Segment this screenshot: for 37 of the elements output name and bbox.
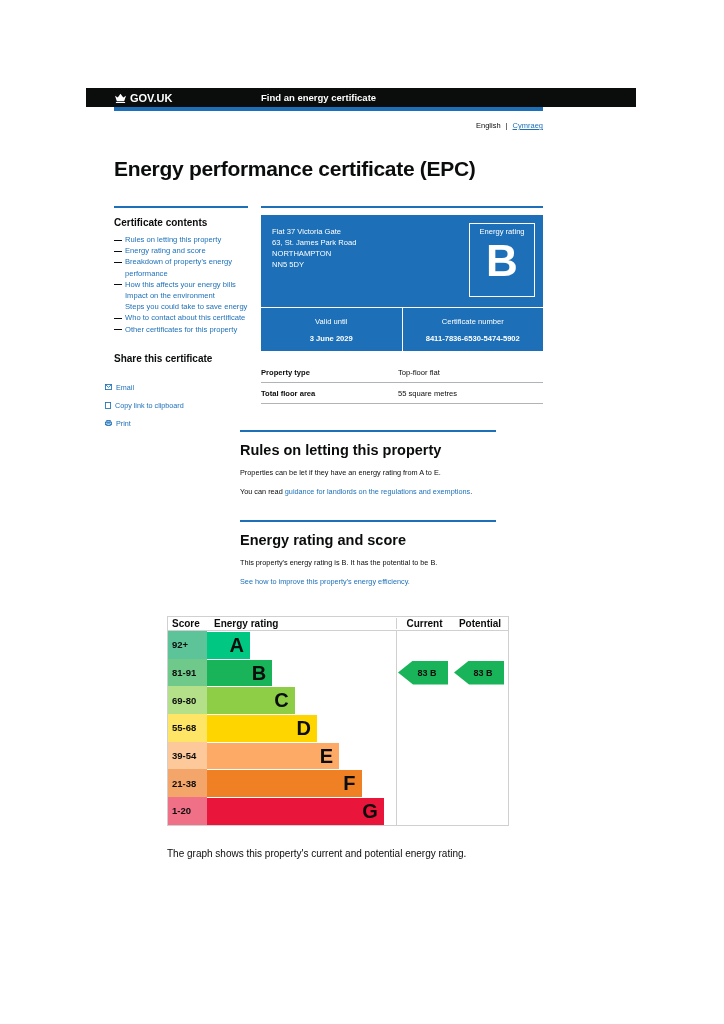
section-heading: Energy rating and score xyxy=(240,532,407,548)
rating-bar: F xyxy=(207,770,362,798)
service-name[interactable]: Find an energy certificate xyxy=(261,92,377,103)
email-icon xyxy=(105,384,112,391)
column-header: Potential xyxy=(457,618,503,629)
dash-icon xyxy=(114,284,122,286)
rating-bar: B xyxy=(207,659,273,687)
score-cell: 39-54 xyxy=(168,741,207,770)
rating-letter: B xyxy=(486,236,518,286)
score-cell: 1-20 xyxy=(168,797,207,825)
score-cell: 81-91 xyxy=(168,658,207,687)
dash-icon xyxy=(114,250,122,252)
score-cell: 69-80 xyxy=(168,686,207,715)
logo-text[interactable]: GOV.UK xyxy=(130,91,173,104)
section-heading: Rules on letting this property xyxy=(240,442,443,458)
column-header: Energy rating xyxy=(213,618,280,629)
column-header: Score xyxy=(171,618,201,629)
score-cell: 92+ xyxy=(168,631,207,659)
rating-bar: D xyxy=(207,715,317,742)
column-header: Current xyxy=(396,618,452,629)
chart-caption: The graph shows this property's current and potential energy rating. xyxy=(167,847,468,859)
printer-icon xyxy=(105,420,112,427)
share-heading: Share this certificate xyxy=(114,352,214,364)
clipboard-icon xyxy=(105,401,111,409)
score-cell: 55-68 xyxy=(168,714,207,742)
rating-bar: C xyxy=(207,687,295,715)
rating-bar: E xyxy=(207,742,340,770)
page-title: Energy performance certificate (EPC) xyxy=(114,156,477,182)
rating-bar: A xyxy=(207,632,250,659)
dash-icon xyxy=(114,329,122,331)
dash-icon xyxy=(114,317,122,319)
score-cell: 21-38 xyxy=(168,769,207,798)
rating-bar: G xyxy=(207,798,384,825)
contents-heading: Certificate contents xyxy=(114,217,209,228)
crown-icon xyxy=(114,92,127,103)
dash-icon xyxy=(114,239,122,241)
dash-icon xyxy=(114,261,122,263)
